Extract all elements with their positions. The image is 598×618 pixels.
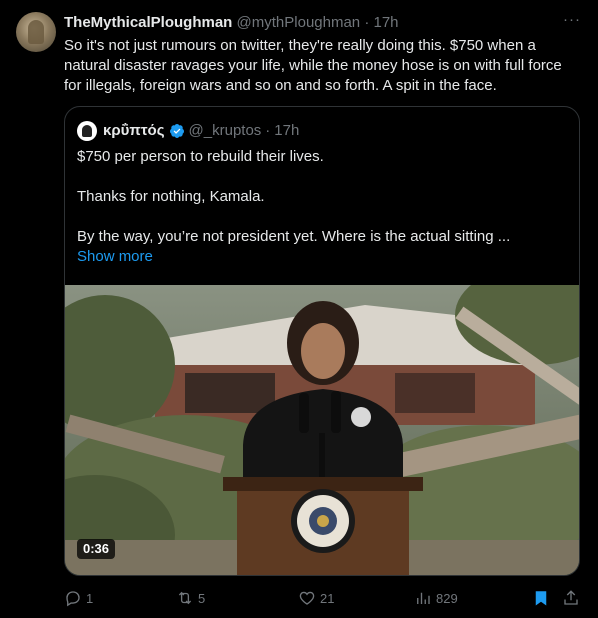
- quoted-avatar[interactable]: [77, 121, 97, 141]
- repost-icon: [178, 591, 192, 605]
- reply-icon: [66, 591, 80, 607]
- tweet-text: So it's not just rumours on twitter, the…: [64, 37, 562, 94]
- bookmark-button[interactable]: [532, 584, 554, 612]
- reply-button[interactable]: 1: [64, 584, 93, 612]
- author-avatar[interactable]: [16, 12, 56, 52]
- quoted-line-2: Thanks for nothing, Kamala.: [77, 188, 265, 205]
- quoted-separator: ·: [265, 122, 271, 139]
- author-display-name[interactable]: TheMythicalPloughman: [64, 14, 232, 31]
- verified-badge-icon: [169, 124, 184, 138]
- tweet[interactable]: TheMythicalPloughman @mythPloughman · 17…: [0, 0, 598, 618]
- repost-button[interactable]: 5: [176, 584, 205, 612]
- quoted-time[interactable]: 17h: [274, 121, 299, 141]
- bookmark-icon: [535, 591, 547, 606]
- quoted-line-3: By the way, you’re not president yet. Wh…: [77, 228, 511, 245]
- video-player[interactable]: 0:36: [65, 285, 579, 575]
- quoted-display-name[interactable]: κρΰπτός: [103, 121, 165, 141]
- reply-count: 1: [86, 590, 94, 606]
- heart-icon: [299, 591, 315, 605]
- tweet-time[interactable]: 17h: [374, 14, 399, 31]
- quoted-text: $750 per person to rebuild their lives. …: [77, 147, 567, 267]
- quoted-handle[interactable]: @_kruptos: [189, 121, 262, 141]
- share-button[interactable]: [562, 584, 584, 612]
- like-button[interactable]: 21: [298, 584, 334, 612]
- view-count: 829: [436, 590, 458, 606]
- header-separator: ·: [364, 14, 370, 31]
- more-options-icon[interactable]: ···: [562, 11, 582, 31]
- tweet-header: TheMythicalPloughman @mythPloughman · 17…: [64, 13, 582, 33]
- author-handle[interactable]: @mythPloughman: [237, 14, 361, 31]
- quoted-tweet-header: κρΰπτός @_kruptos · 17h: [77, 121, 299, 141]
- analytics-icon: [417, 592, 430, 604]
- views-button[interactable]: 829: [414, 584, 458, 612]
- like-count: 21: [320, 590, 335, 606]
- quoted-line-1: $750 per person to rebuild their lives.: [77, 148, 324, 165]
- repost-count: 5: [198, 590, 206, 606]
- share-icon: [564, 590, 578, 605]
- video-duration: 0:36: [77, 539, 116, 559]
- action-bar: 1 5 21 829: [64, 584, 580, 612]
- video-frame: [65, 285, 579, 575]
- show-more-link[interactable]: Show more: [77, 247, 567, 267]
- quoted-tweet[interactable]: κρΰπτός @_kruptos · 17h $750 per person …: [64, 106, 580, 576]
